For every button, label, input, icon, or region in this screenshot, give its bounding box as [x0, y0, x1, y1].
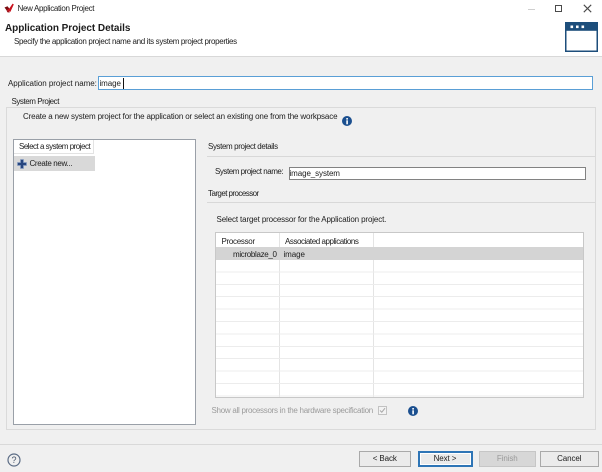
- svg-text:?: ?: [11, 455, 16, 465]
